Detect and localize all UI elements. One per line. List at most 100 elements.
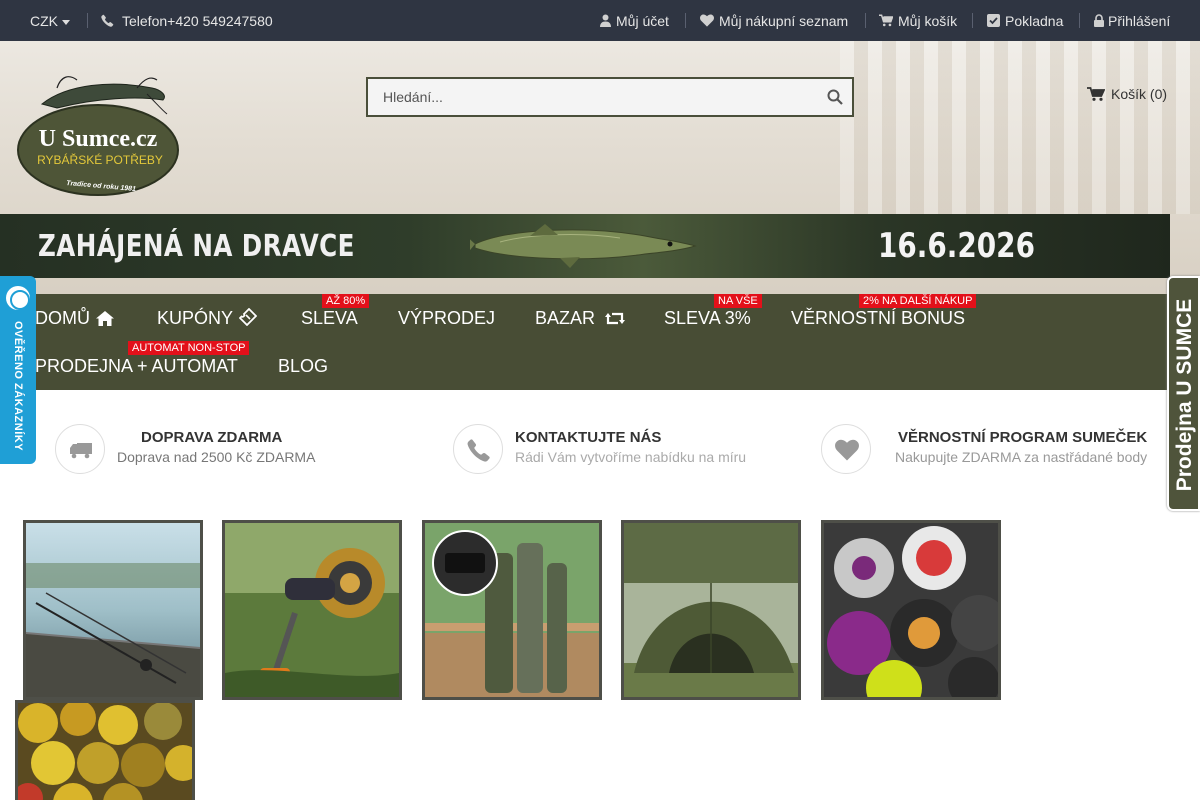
phone-number: Telefon+420 549247580 [122,13,273,29]
feature-title: VĚRNOSTNÍ PROGRAM SUMEČEK [898,429,1148,446]
nav-item-clearance[interactable]: VÝPRODEJ [398,307,495,329]
store-badge: AUTOMAT NON-STOP [128,341,250,355]
top-bar: CZK Telefon+420 549247580 Můj účet Můj n… [0,0,1200,41]
check-square-icon [987,14,1000,27]
verified-label: OVĚŘENO ZÁKAZNÍKY [12,320,24,452]
truck-icon [70,443,92,459]
divider [865,13,866,28]
logo-tagline: RYBÁŘSKÉ POTŘEBY [37,152,163,167]
feature-icon-circle [453,424,503,474]
lock-icon [1094,14,1104,27]
feature-subtitle: Nakupujte ZDARMA za nastřádané body [895,449,1148,465]
my-cart-label: Můj košík [898,13,958,29]
divider [685,13,686,28]
nav-item-label: DOMŮ [35,308,90,328]
nav-item-blog[interactable]: BLOG [278,355,328,377]
cart-icon [1087,87,1105,101]
nav-item-store[interactable]: PRODEJNA + AUTOMAT [35,355,238,377]
wishlist-label: Můj nákupní seznam [719,13,849,29]
feature-subtitle: Rádi Vám vytvoříme nabídku na míru [515,449,747,465]
logo-name: U Sumce.cz [39,126,158,152]
currency-label: CZK [30,13,58,29]
cart-icon [879,14,894,27]
feature-title: KONTAKTUJTE NÁS [515,429,662,446]
bivvy-tent-image [624,523,798,697]
nav-item-label: VÝPRODEJ [398,308,496,328]
checkout-link[interactable]: Pokladna [987,12,1063,30]
phone-icon [467,439,490,462]
boilies-image [18,703,192,800]
nav-item-sale[interactable]: SLEVA [301,307,358,329]
nav-item-discount-3[interactable]: SLEVA 3% [664,307,751,329]
header-texture [840,41,1200,214]
account-link[interactable]: Můj účet [600,12,669,30]
category-tile-lines[interactable] [821,520,1001,700]
nav-item-label: KUPÓNY [157,308,234,328]
discount-badge: NA VŠE [714,294,762,308]
nav-item-label: SLEVA [301,308,358,328]
divider [87,13,88,28]
feature-free-shipping: DOPRAVA ZDARMA Doprava nad 2500 Kč ZDARM… [55,424,355,474]
loyalty-badge: 2% NA DALŠÍ NÁKUP [859,294,977,308]
heart-icon [835,439,859,461]
cart-count: Košík (0) [1111,86,1168,102]
user-icon [600,14,611,27]
feature-subtitle: Doprava nad 2500 Kč ZDARMA [117,449,316,465]
header: U Sumce.cz RYBÁŘSKÉ POTŘEBY Tradice od r… [0,41,1200,294]
store-tab-label: Prodejna U SUMCE [1173,298,1196,492]
store-side-tab[interactable]: Prodejna U SUMCE [1167,276,1200,511]
promo-banner[interactable]: ZAHÁJENÁ NA DRAVCE 16.6.2026 [0,214,1170,278]
fishing-lines-image [824,523,998,697]
header-cart[interactable]: Košík (0) [1087,86,1167,102]
divider [972,13,973,28]
search-box [366,77,854,117]
site-logo[interactable]: U Sumce.cz RYBÁŘSKÉ POTŘEBY Tradice od r… [17,74,179,196]
phone-link[interactable]: Telefon+420 549247580 [101,12,273,30]
search-icon[interactable] [826,88,844,106]
retweet-icon [605,312,626,325]
sale-badge: AŽ 80% [322,294,370,308]
banner-date: 16.6.2026 [878,226,1035,266]
nav-item-label: VĚRNOSTNÍ BONUS [791,308,966,328]
nav-item-loyalty-bonus[interactable]: VĚRNOSTNÍ BONUS [791,307,965,329]
nav-item-label: PRODEJNA + AUTOMAT [35,356,238,376]
search-input[interactable] [368,79,818,115]
feature-title: DOPRAVA ZDARMA [141,429,283,446]
fishing-reel-image [225,523,399,697]
nav-item-label: BAZAR [535,308,596,328]
nav-item-coupons[interactable]: KUPÓNY [157,307,258,329]
nav-item-home[interactable]: DOMŮ [35,307,114,329]
nav-item-label: SLEVA 3% [664,308,751,328]
fishing-rods-image [26,523,200,697]
banner-title: ZAHÁJENÁ NA DRAVCE [38,229,355,264]
verified-seal-icon [6,286,30,310]
heart-icon [700,14,714,27]
category-tile-reels[interactable] [222,520,402,700]
login-label: Přihlášení [1108,13,1171,29]
category-tile-rod-bags[interactable] [422,520,602,700]
feature-loyalty-program[interactable]: VĚRNOSTNÍ PROGRAM SUMEČEK Nakupujte ZDAR… [821,424,1166,474]
wishlist-link[interactable]: Můj nákupní seznam [700,12,848,30]
verified-customers-badge[interactable]: OVĚŘENO ZÁKAZNÍKY [0,276,36,464]
feature-icon-circle [55,424,105,474]
account-label: Můj účet [616,13,669,29]
currency-selector[interactable]: CZK [30,12,70,30]
checkout-label: Pokladna [1005,13,1064,29]
feature-contact[interactable]: KONTAKTUJTE NÁS Rádi Vám vytvoříme nabíd… [453,424,773,474]
nav-item-label: BLOG [278,356,329,376]
divider [1079,13,1080,28]
category-tile-rods[interactable] [23,520,203,700]
home-icon [96,311,114,326]
ticket-icon [238,307,258,327]
phone-icon [101,14,114,27]
category-tile-boilies[interactable] [15,700,195,800]
my-cart-link[interactable]: Můj košík [879,12,957,30]
pike-fish-icon [470,224,697,268]
login-link[interactable]: Přihlášení [1094,12,1170,30]
nav-item-bazaar[interactable]: BAZAR [535,307,626,329]
category-tile-bivvies[interactable] [621,520,801,700]
main-nav: DOMŮ KUPÓNY SLEVA AŽ 80% VÝPRODEJ BAZAR … [0,294,1170,390]
rod-bags-image [425,523,599,697]
chevron-down-icon [62,19,70,25]
feature-icon-circle [821,424,871,474]
